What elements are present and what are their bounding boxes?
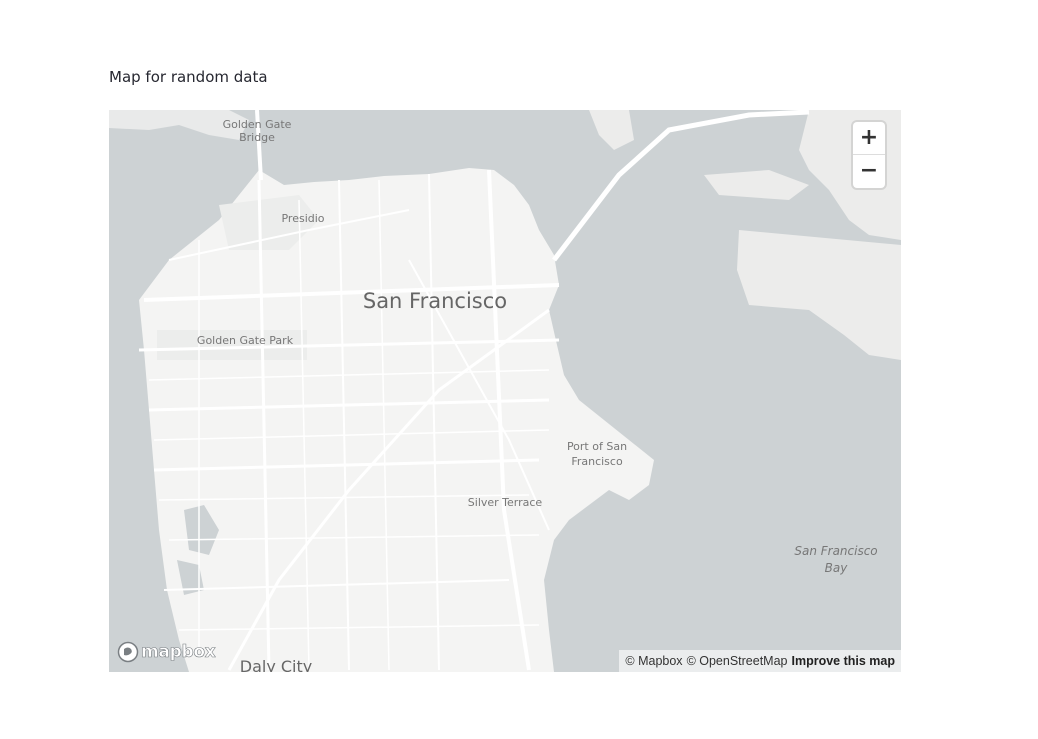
mapbox-logo-icon <box>117 641 139 663</box>
improve-map-link[interactable]: Improve this map <box>792 654 896 668</box>
map-container[interactable]: Golden Gate Bridge Presidio San Francisc… <box>109 110 901 672</box>
mapbox-logo-text: mapbox <box>141 642 216 663</box>
zoom-out-button[interactable]: − <box>853 154 885 187</box>
label-presidio: Presidio <box>281 212 324 225</box>
label-port-of-sf-2: Francisco <box>571 455 623 468</box>
page: Map for random data Golden Gate Bridge P… <box>0 0 1038 739</box>
label-san-francisco: San Francisco <box>363 289 507 313</box>
label-golden-gate-park: Golden Gate Park <box>197 334 294 347</box>
attribution-osm-link[interactable]: © OpenStreetMap <box>687 654 788 668</box>
label-sf-bay-2: Bay <box>825 561 849 575</box>
attribution-mapbox-link[interactable]: © Mapbox <box>625 654 682 668</box>
zoom-control: + − <box>853 122 885 188</box>
mapbox-logo[interactable]: mapbox <box>117 641 216 663</box>
label-silver-terrace: Silver Terrace <box>468 496 543 509</box>
zoom-in-button[interactable]: + <box>853 122 885 154</box>
map-canvas[interactable]: Golden Gate Bridge Presidio San Francisc… <box>109 110 901 672</box>
attribution-bar: © Mapbox © OpenStreetMap Improve this ma… <box>619 650 901 672</box>
label-golden-gate-bridge-1: Golden Gate <box>223 118 292 131</box>
label-daly-city: Daly City <box>240 657 312 672</box>
label-port-of-sf-1: Port of San <box>567 440 627 453</box>
map-caption: Map for random data <box>109 68 268 86</box>
label-sf-bay-1: San Francisco <box>794 544 877 558</box>
label-golden-gate-bridge-2: Bridge <box>239 131 275 144</box>
